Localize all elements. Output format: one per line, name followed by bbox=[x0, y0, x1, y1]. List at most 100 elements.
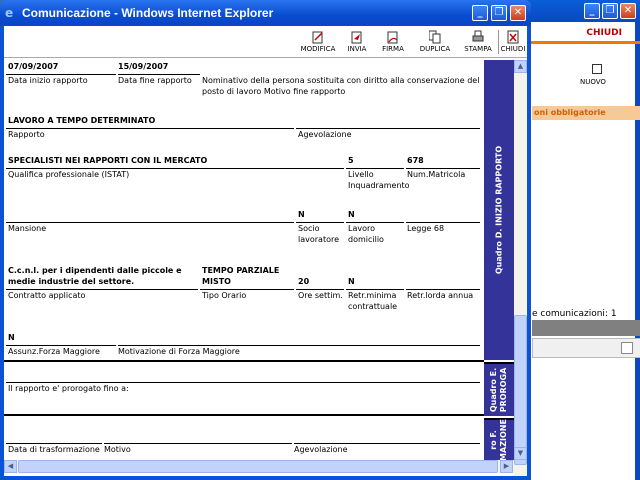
vertical-scroll-thumb[interactable] bbox=[514, 315, 527, 465]
divider bbox=[6, 128, 294, 129]
qualifica-label: Qualifica professionale (ISTAT) bbox=[8, 170, 130, 179]
section-divider bbox=[4, 360, 484, 362]
divider bbox=[406, 168, 480, 169]
ie-logo-icon: e bbox=[5, 6, 14, 20]
divider bbox=[406, 289, 480, 290]
divider bbox=[296, 289, 344, 290]
invia-label: INVIA bbox=[347, 45, 367, 53]
quadro-d-label: Quadro D. INIZIO RAPPORTO bbox=[494, 145, 504, 275]
forza-maggiore-label: Assunz.Forza Maggiore bbox=[8, 347, 100, 356]
restore-button[interactable]: ❐ bbox=[491, 5, 507, 21]
retr-minima-value: N bbox=[348, 277, 355, 286]
quadro-f-band: ro F. MAZIONE bbox=[484, 418, 514, 461]
background-toolbar: CHIUDI bbox=[530, 22, 640, 44]
background-close-button[interactable]: ✕ bbox=[620, 3, 636, 19]
quadro-e-label-2: PROROGA bbox=[499, 367, 508, 413]
background-minimize-button[interactable]: _ bbox=[584, 3, 600, 19]
divider bbox=[104, 443, 292, 444]
qualifica-value: SPECIALISTI NEI RAPPORTI CON IL MERCATO bbox=[8, 156, 208, 165]
socio-value: N bbox=[298, 210, 305, 219]
ore-label: Ore settim. bbox=[298, 291, 343, 300]
lavoro-domicilio-label-2: domicilio bbox=[348, 235, 384, 244]
ie-titlebar: e Comunicazione - Windows Internet Explo… bbox=[0, 0, 531, 26]
invia-button[interactable]: INVIA bbox=[342, 30, 372, 56]
duplica-label: DUPLICA bbox=[419, 45, 451, 53]
minimize-button[interactable]: _ bbox=[472, 5, 488, 21]
background-comunicazioni-count: e comunicazioni: 1 bbox=[532, 309, 617, 319]
motivazione-label: Motivazione di Forza Maggiore bbox=[118, 347, 240, 356]
form-toolbar: MODIFICA INVIA FIRMA DUPLICA STAMPA CHIU… bbox=[4, 26, 527, 58]
vertical-scrollbar[interactable]: ▲ ▼ bbox=[514, 60, 527, 476]
data-fine-value: 15/09/2007 bbox=[118, 62, 169, 71]
background-window-titlebar: _ ❐ ✕ bbox=[522, 0, 640, 22]
ie-window: e Comunicazione - Windows Internet Explo… bbox=[0, 0, 531, 480]
modifica-button[interactable]: MODIFICA bbox=[300, 30, 336, 56]
close-button[interactable]: ✕ bbox=[510, 5, 526, 21]
firma-button[interactable]: FIRMA bbox=[378, 30, 408, 56]
retr-minima-label: Retr.minima bbox=[348, 291, 397, 300]
scroll-down-icon[interactable]: ▼ bbox=[514, 447, 527, 460]
background-obbligatorie-bar: oni obbligatorie bbox=[532, 106, 640, 120]
divider bbox=[294, 443, 480, 444]
ie-content: MODIFICA INVIA FIRMA DUPLICA STAMPA CHIU… bbox=[4, 26, 527, 476]
horizontal-scrollbar[interactable]: ◀ ▶ bbox=[4, 460, 514, 473]
retr-lorda-label: Retr.lorda annua bbox=[407, 291, 474, 300]
divider bbox=[346, 168, 404, 169]
mansione-label: Mansione bbox=[8, 224, 47, 233]
document-edit-icon[interactable] bbox=[621, 342, 633, 354]
forza-maggiore-value: N bbox=[8, 333, 15, 342]
divider bbox=[118, 345, 480, 346]
rapporto-label: Rapporto bbox=[8, 130, 45, 139]
divider bbox=[346, 289, 404, 290]
horizontal-scroll-thumb[interactable] bbox=[18, 460, 498, 473]
signature-icon bbox=[387, 30, 399, 44]
stampa-label: STAMPA bbox=[464, 45, 492, 53]
section-divider bbox=[4, 414, 484, 416]
lavoro-domicilio-label: Lavoro bbox=[348, 224, 375, 233]
ore-value: 20 bbox=[298, 277, 310, 286]
send-icon bbox=[351, 30, 363, 44]
scroll-up-icon[interactable]: ▲ bbox=[514, 60, 527, 73]
livello-label: Livello bbox=[348, 170, 374, 179]
data-trasformazione-label: Data di trasformazione bbox=[8, 445, 100, 454]
divider bbox=[296, 128, 480, 129]
stampa-button[interactable]: STAMPA bbox=[460, 30, 496, 56]
nominativo-label-2: posto di lavoro Motivo fine rapporto bbox=[202, 87, 346, 96]
agevolazione-label: Agevolazione bbox=[298, 130, 352, 139]
motivo-label: Motivo bbox=[104, 445, 131, 454]
duplica-button[interactable]: DUPLICA bbox=[414, 30, 456, 56]
background-table-header bbox=[532, 320, 640, 336]
duplicate-icon bbox=[428, 30, 441, 44]
socio-label-2: lavoratore bbox=[298, 235, 340, 244]
edit-icon bbox=[312, 30, 324, 44]
divider bbox=[200, 289, 294, 290]
divider bbox=[6, 168, 344, 169]
divider bbox=[6, 222, 294, 223]
chiudi-label: CHIUDI bbox=[500, 45, 526, 53]
matricola-label: Num.Matricola bbox=[407, 170, 466, 179]
printer-icon bbox=[472, 30, 484, 44]
new-document-icon[interactable] bbox=[592, 64, 602, 74]
chiudi-button[interactable]: CHIUDI bbox=[499, 30, 527, 56]
prorogato-label: Il rapporto e' prorogato fino a: bbox=[8, 384, 129, 393]
ccnl-value: C.c.n.l. per i dipendenti dalle piccole … bbox=[8, 266, 182, 275]
scroll-left-icon[interactable]: ◀ bbox=[4, 460, 17, 473]
close-document-icon bbox=[507, 30, 519, 44]
quadro-d-band: Quadro D. INIZIO RAPPORTO bbox=[484, 60, 514, 360]
tipo-orario-value-2: MISTO bbox=[202, 277, 231, 286]
background-chiudi-button[interactable]: CHIUDI bbox=[586, 28, 622, 38]
quadro-e-band: Quadro E. PROROGA bbox=[484, 362, 514, 416]
scroll-right-icon[interactable]: ▶ bbox=[500, 460, 513, 473]
background-window: _ ❐ ✕ CHIUDI NUOVO oni obbligatorie e co… bbox=[520, 0, 640, 480]
divider bbox=[296, 222, 344, 223]
matricola-value: 678 bbox=[407, 156, 424, 165]
ccnl-value-2: medie industrie del settore. bbox=[8, 277, 135, 286]
background-restore-button[interactable]: ❐ bbox=[602, 3, 618, 19]
quadro-f-label-2: MAZIONE bbox=[499, 419, 508, 461]
background-table-row[interactable] bbox=[532, 338, 640, 358]
lavoro-domicilio-value: N bbox=[348, 210, 355, 219]
quadro-f-label-1: ro F. bbox=[489, 430, 498, 450]
socio-label: Socio bbox=[298, 224, 320, 233]
background-nuovo-label[interactable]: NUOVO bbox=[580, 78, 606, 86]
divider bbox=[6, 443, 102, 444]
